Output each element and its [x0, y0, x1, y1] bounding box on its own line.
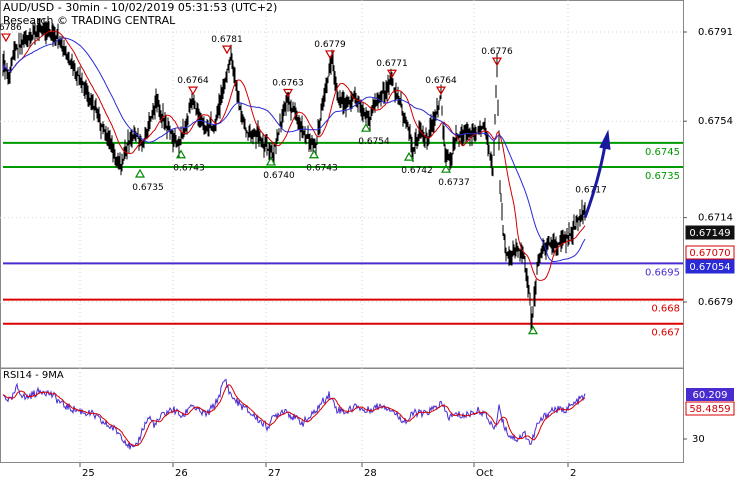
rsi-plot-frame: [0, 368, 684, 463]
price-tick-label: 0.6714: [698, 213, 733, 224]
swing-high-label: 0.6781: [211, 35, 243, 45]
level-label: 0.668: [651, 304, 680, 315]
swing-low-label: 0.6742: [401, 166, 433, 176]
swing-low-label: 0.6740: [263, 171, 295, 181]
swing-low-label: 0.6737: [438, 178, 470, 188]
price-tick-label: 0.6791: [698, 27, 733, 38]
swing-low-label: 0.6754: [358, 137, 390, 147]
time-tick-label: Oct: [476, 468, 493, 479]
swing-high-marker: [0, 33, 12, 43]
time-tick-label: 25: [82, 468, 95, 479]
chart-canvas: 0.6791 0.6754 0.6714 0.6679 25 26 27 28 Oct 2 0.67…: [0, 0, 735, 479]
swing-low-label: 0.6743: [306, 164, 338, 174]
main-plot-frame: [0, 0, 684, 369]
ma-slow-line: [2, 37, 586, 263]
current-price-box-text: 0.67149: [689, 228, 730, 239]
level-label: 0.667: [651, 328, 680, 339]
time-tick-label: 26: [175, 468, 188, 479]
price-tick-label: 0.6679: [698, 297, 733, 308]
rsi-title: RSI14 - 9MA: [3, 370, 64, 381]
ma-slow-value-box-text: 0.67054: [689, 262, 730, 273]
swing-high-label: 0.6764: [425, 76, 457, 86]
swing-low-label: 0.6735: [132, 183, 164, 193]
rsi-tick-label: 30: [692, 434, 705, 445]
rsi-value-text: 60.209: [693, 390, 728, 401]
ma-fast-value-box-text: 0.67070: [689, 248, 730, 259]
chart-source: Research © TRADING CENTRAL: [3, 14, 176, 27]
rsi-ma-value-text: 58.4859: [689, 404, 730, 415]
ma-fast-line: [2, 30, 586, 281]
price-label: 0.6717: [575, 185, 607, 195]
time-tick-label: 2: [570, 468, 576, 479]
swing-high-label: 0.6763: [272, 79, 304, 89]
projection-arrowhead: [599, 129, 611, 150]
level-label: 0.6695: [645, 267, 680, 278]
projection-arrow: [583, 144, 607, 219]
swing-high-label: 0.6771: [376, 59, 408, 69]
swing-high-label: 0.6776: [481, 47, 513, 57]
swing-low-marker: [527, 325, 539, 335]
chart-title: AUD/USD - 30min - 10/02/2019 05:31:53 (U…: [3, 1, 278, 14]
swing-low-marker: [134, 168, 146, 178]
swing-high-marker: [221, 45, 233, 55]
swing-low-label: 0.6743: [173, 164, 205, 174]
level-label: 0.6745: [645, 147, 680, 158]
rsi-line: [2, 378, 586, 450]
swing-low-marker: [175, 149, 187, 159]
price-tick-label: 0.6754: [698, 116, 733, 127]
time-tick-label: 27: [268, 468, 281, 479]
time-tick-label: 28: [364, 468, 377, 479]
level-label: 0.6735: [645, 171, 680, 182]
swing-high-label: 0.6764: [177, 76, 209, 86]
swing-high-marker: [187, 86, 199, 96]
swing-high-label: 0.6779: [314, 40, 346, 50]
